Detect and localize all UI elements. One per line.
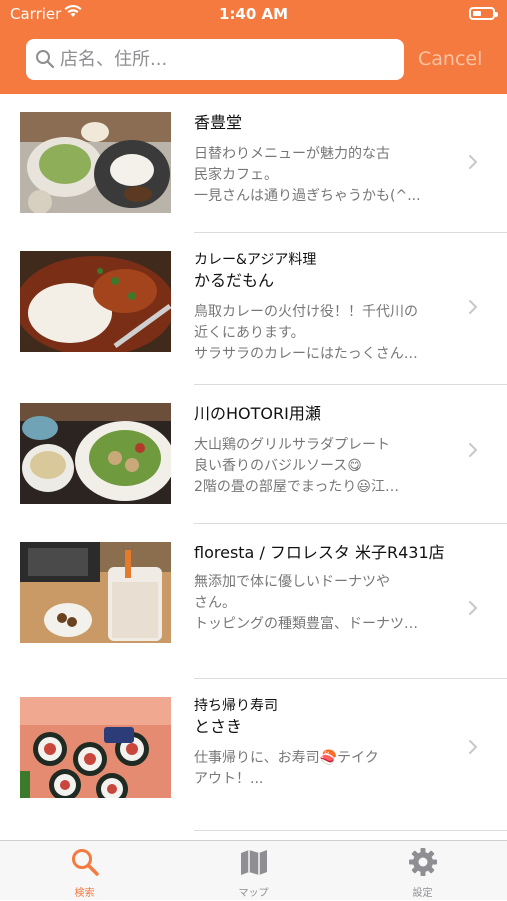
list-item[interactable]: 川のHOTORI用瀬 大山鶏のグリルサラダプレート 良い香りのバジルソース😋 2階の… [0,385,507,524]
item-text: 川のHOTORI用瀬 大山鶏のグリルサラダプレート 良い香りのバジルソース😋 2階の… [194,403,456,498]
tab-label: マップ [238,888,269,899]
search-icon [35,49,55,73]
restaurant-list: 香豊堂 日替わりメニューが魅力的な古 民家カフェ。 一見さんは通り過ぎちゃうかも(^… [0,94,507,831]
battery-icon [469,7,498,20]
restaurant-photo [20,403,171,504]
restaurant-description: 無添加で体に優しいドーナツや さん。 トッピングの種類豊富、ドーナツ… [194,574,418,632]
restaurant-category: カレー&アジア料理 [194,252,317,268]
list-item[interactable]: floresta / フロレスタ 米子R431店 無添加で体に優しいドーナツやさ… [0,524,507,679]
restaurant-photo [20,542,171,643]
cancel-button[interactable]: Cancel [418,48,482,70]
restaurant-description: 大山鶏のグリルサラダプレート 良い香りのバジルソース😋 2階の畳の部屋でまったり😃江… [194,437,399,495]
chevron-right-icon [468,299,478,319]
restaurant-photo [20,251,171,352]
restaurant-category: 持ち帰り寿司 [194,698,278,714]
tab-bar: 検索 マップ 設定 [0,840,507,900]
item-text: floresta / フロレスタ 米子R431店 無添加で体に優しいドーナツやさ… [194,542,456,635]
restaurant-name: floresta / フロレスタ 米子R431店 [194,543,445,562]
tab-search[interactable]: 検索 [0,841,169,901]
restaurant-description: 鳥取カレーの火付け役！！千代川の 近くにあります。 サラサラのカレーにはたっくさん… [194,304,418,362]
item-text: 香豊堂 日替わりメニューが魅力的な古 民家カフェ。 一見さんは通り過ぎちゃうかも(^… [194,112,456,207]
tab-settings[interactable]: 設定 [338,841,507,901]
chevron-right-icon [468,600,478,620]
restaurant-photo [20,697,171,798]
restaurant-name: 川のHOTORI用瀬 [194,404,321,423]
map-icon [241,850,267,875]
restaurant-name: とさき [194,717,243,736]
tab-map[interactable]: マップ [169,841,338,901]
chevron-right-icon [468,442,478,462]
chevron-right-icon [468,739,478,759]
restaurant-name: かるだもん [194,271,275,290]
nav-header: Carrier 1:40 AM Cancel [0,0,507,94]
restaurant-name: 香豊堂 [194,113,243,132]
tab-label: 検索 [74,888,95,899]
search-bar[interactable] [26,39,404,80]
search-input[interactable] [60,45,390,74]
list-item[interactable]: 香豊堂 日替わりメニューが魅力的な古 民家カフェ。 一見さんは通り過ぎちゃうかも(^… [0,94,507,233]
clock: 1:40 AM [218,5,289,23]
restaurant-description: 仕事帰りに、お寿司🍣テイク アウト！... [194,750,379,787]
item-text: カレー&アジア料理 かるだもん 鳥取カレーの火付け役！！千代川の 近くにあります。… [194,251,456,365]
tab-label: 設定 [412,888,433,899]
gear-icon [409,848,437,876]
row-separator [194,830,507,831]
restaurant-photo [20,112,171,213]
list-item[interactable]: カレー&アジア料理 かるだもん 鳥取カレーの火付け役！！千代川の 近くにあります。… [0,233,507,385]
chevron-right-icon [468,154,478,174]
list-item[interactable]: 持ち帰り寿司 とさき 仕事帰りに、お寿司🍣テイク アウト！... [0,679,507,831]
item-text: 持ち帰り寿司 とさき 仕事帰りに、お寿司🍣テイク アウト！... [194,697,456,790]
status-bar: Carrier 1:40 AM [0,0,507,28]
restaurant-description: 日替わりメニューが魅力的な古 民家カフェ。 一見さんは通り過ぎちゃうかも(^... [194,146,421,204]
search-icon [72,849,99,876]
